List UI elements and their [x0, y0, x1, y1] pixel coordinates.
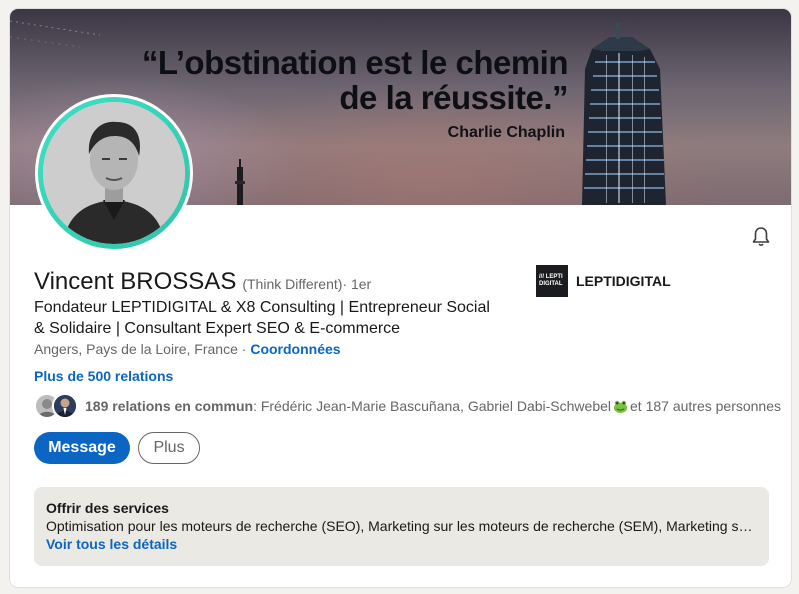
profile-location: Angers, Pays de la Loire, France · Coord…	[34, 341, 341, 357]
profile-pronoun: (Think Different)	[242, 276, 343, 292]
message-button[interactable]: Message	[34, 432, 130, 464]
notification-bell-button[interactable]	[749, 225, 773, 249]
bell-icon	[752, 227, 770, 247]
mutual-connections[interactable]: 189 relations en commun : Frédéric Jean-…	[34, 393, 781, 419]
company-name: LEPTIDIGITAL	[576, 273, 671, 289]
location-text: Angers, Pays de la Loire, France	[34, 341, 238, 357]
services-box[interactable]: Offrir des services Optimisation pour le…	[34, 487, 769, 566]
banner-quote-line2: de la réussite.”	[339, 79, 568, 116]
services-list: Optimisation pour les moteurs de recherc…	[46, 518, 757, 534]
more-button[interactable]: Plus	[138, 432, 200, 464]
open-to-work-ring	[38, 97, 190, 249]
contact-info-link[interactable]: Coordonnées	[250, 341, 340, 357]
banner-quote-author: Charlie Chaplin	[447, 124, 565, 141]
profile-name: Vincent BROSSAS	[34, 268, 237, 295]
profile-name-row: Vincent BROSSAS (Think Different) · 1er	[34, 268, 371, 296]
frog-emoji-icon	[613, 400, 628, 413]
connection-degree: · 1er	[342, 276, 372, 292]
mutual-avatar	[52, 393, 78, 419]
mutual-names: : Frédéric Jean-Marie Bascuñana, Gabriel…	[253, 398, 612, 414]
person-icon	[54, 395, 76, 417]
person-portrait-icon	[43, 102, 185, 244]
profile-card: “L’obstination est le chemin de la réuss…	[9, 8, 792, 588]
company-logo-line2: DIGITAL	[539, 281, 563, 287]
profile-avatar[interactable]	[35, 94, 193, 252]
services-title: Offrir des services	[46, 500, 169, 516]
profile-headline: Fondateur LEPTIDIGITAL & X8 Consulting |…	[34, 299, 490, 337]
location-separator: ·	[237, 341, 251, 357]
company-logo: /// LEPTI DIGITAL	[536, 265, 568, 297]
company-logo-line1: /// LEPTI	[539, 274, 563, 280]
mutual-rest: et 187 autres personnes	[630, 398, 782, 414]
relations-count-link[interactable]: Plus de 500 relations	[34, 368, 173, 384]
mutual-count: 189 relations en commun	[85, 398, 254, 414]
current-company[interactable]: /// LEPTI DIGITAL LEPTIDIGITAL	[536, 265, 671, 297]
banner-quote: “L’obstination est le chemin de la réuss…	[128, 44, 569, 116]
avatar-photo	[43, 102, 185, 244]
services-details-link[interactable]: Voir tous les détails	[46, 535, 757, 553]
mutual-avatars	[34, 393, 80, 419]
banner-quote-line1: “L’obstination est le chemin	[141, 44, 569, 81]
